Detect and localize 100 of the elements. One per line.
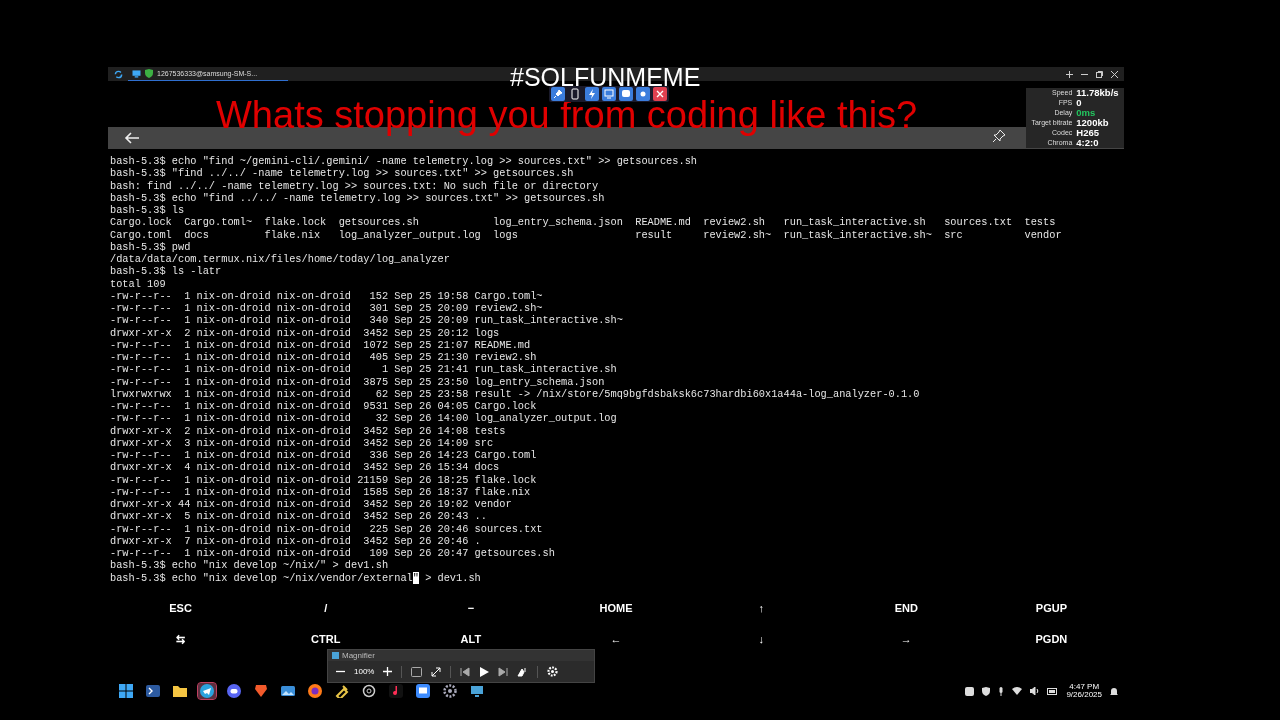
extra-key[interactable]: ⇆ <box>172 630 190 647</box>
lightning-icon[interactable] <box>585 87 599 101</box>
shield-icon[interactable] <box>254 684 268 698</box>
terminal-line: -rw-r--r-- 1 nix-on-droid nix-on-droid 3875 Sep 25 23:50 log_entry_schema.json <box>110 375 605 388</box>
sync-icon[interactable] <box>114 69 123 79</box>
extra-key[interactable]: PGDN <box>1031 630 1072 647</box>
terminal-line: total 109 <box>110 277 166 290</box>
extra-key[interactable]: END <box>890 599 922 616</box>
terminal-line: bash: find ../../ -name telemetry.log >> sources.txt: No such file or directory <box>110 179 599 192</box>
terminal-line: bash-5.3$ ls -latr <box>110 265 222 278</box>
stat-value: 0 <box>1076 98 1082 108</box>
terminal-line: -rw-r--r-- 1 nix-on-droid nix-on-droid 225 Sep 26 20:46 sources.txt <box>110 522 543 535</box>
terminal-line: drwxr-xr-x 4 nix-on-droid nix-on-droid 3452 Sep 26 15:34 docs <box>110 461 500 474</box>
record-icon[interactable] <box>636 87 650 101</box>
previous-icon[interactable] <box>460 666 471 677</box>
restore-icon[interactable] <box>1096 70 1103 78</box>
text-cursor: " <box>412 571 419 584</box>
windows-start-icon[interactable] <box>119 684 133 698</box>
extra-key[interactable]: ↓ <box>754 630 768 647</box>
hashtag-caption: #SOLFUNMEME <box>510 63 701 91</box>
clock-date: 9/26/2025 <box>1066 691 1102 699</box>
stat-value: H265 <box>1076 128 1099 138</box>
terminal-line: -rw-r--r-- 1 nix-on-droid nix-on-droid 301 Sep 25 20:09 review2.sh~ <box>110 302 543 315</box>
magnifier-icon <box>332 652 339 659</box>
wifi-icon[interactable] <box>1012 687 1023 695</box>
terminal-line: > dev1.sh <box>424 571 481 584</box>
paper-plane-icon[interactable] <box>200 684 214 698</box>
terminal-line: -rw-r--r-- 1 nix-on-droid nix-on-droid 1 Sep 25 21:41 run_task_interactive.sh <box>110 363 617 376</box>
extra-key[interactable]: CTRL <box>307 630 345 647</box>
terminal-line: bash-5.3$ "find ../../ -name telemetry.log >> sources.txt" >> getsources.sh <box>110 167 574 180</box>
extra-key[interactable]: ALT <box>456 630 486 647</box>
plus-icon[interactable] <box>1066 70 1073 78</box>
terminal-line: lrwxrwxrwx 1 nix-on-droid nix-on-droid 62 Sep 25 23:58 result -> /nix/store/5mq9bgfdsbaksk6c73hardbi60x1a44a-log_analyzer-0.1.0 <box>110 387 920 400</box>
terminal-line: -rw-r--r-- 1 nix-on-droid nix-on-droid 405 Sep 25 21:30 review2.sh <box>110 351 537 364</box>
meme-caption: Whats stopping you from coding like this? <box>216 94 918 136</box>
shield-icon <box>145 69 153 78</box>
extra-key[interactable]: ↑ <box>754 599 768 616</box>
extra-key[interactable]: PGUP <box>1031 599 1071 616</box>
photo-icon[interactable] <box>281 684 295 698</box>
terminal-line: Cargo.lock Cargo.toml~ flake.lock getsources.sh log_entry_schema.json README.md review2.sh run_task_interactive.sh sources.txt tests <box>110 216 1056 229</box>
pin-icon[interactable] <box>992 129 1006 143</box>
terminal-line: -rw-r--r-- 1 nix-on-droid nix-on-droid 1585 Sep 26 18:37 flake.nix <box>110 485 531 498</box>
extra-key[interactable]: ← <box>606 630 626 647</box>
extra-key[interactable]: / <box>320 599 332 616</box>
notification-bell-icon[interactable] <box>1110 686 1118 696</box>
chat-icon[interactable] <box>619 87 633 101</box>
fit-screen-icon[interactable] <box>411 666 423 677</box>
terminal-line: bash-5.3$ echo "find ../../ -name telemetry.log >> sources.txt" >> getsources.sh <box>110 191 605 204</box>
terminal-line: drwxr-xr-x 2 nix-on-droid nix-on-droid 3452 Sep 25 20:12 logs <box>110 326 500 339</box>
terminal-icon[interactable] <box>146 684 160 698</box>
terminal-line: bash-5.3$ ls <box>110 204 185 217</box>
battery-icon[interactable] <box>1047 687 1059 695</box>
terminal-line: -rw-r--r-- 1 nix-on-droid nix-on-droid 32 Sep 26 14:00 log_analyzer_output.log <box>110 412 617 425</box>
monitor-icon <box>132 69 141 78</box>
stat-value: 4:2:0 <box>1076 138 1099 148</box>
extra-key[interactable]: HOME <box>595 599 637 616</box>
browser-icon[interactable] <box>308 684 322 698</box>
terminal-line: -rw-r--r-- 1 nix-on-droid nix-on-droid 21159 Sep 26 18:25 flake.lock <box>110 473 537 486</box>
settings-icon[interactable] <box>443 684 457 698</box>
microphone-icon[interactable] <box>998 686 1005 696</box>
app-tray-icon[interactable] <box>965 686 975 696</box>
terminal-line: -rw-r--r-- 1 nix-on-droid nix-on-droid 152 Sep 25 19:58 Cargo.toml~ <box>110 289 543 302</box>
zoom-in-icon[interactable] <box>383 667 393 676</box>
zoom-level: 100% <box>354 667 375 676</box>
terminal-line: drwxr-xr-x 2 nix-on-droid nix-on-droid 3452 Sep 26 14:08 tests <box>110 424 506 437</box>
window-title: Magnifier <box>342 651 375 660</box>
extra-key[interactable]: → <box>896 630 916 647</box>
terminal-line: bash-5.3$ echo "nix develop ~/nix/" > dev1.sh <box>110 559 389 572</box>
terminal-line: -rw-r--r-- 1 nix-on-droid nix-on-droid 9531 Sep 26 04:05 Cargo.lock <box>110 400 537 413</box>
shield-icon[interactable] <box>982 686 991 696</box>
pin-icon[interactable] <box>551 87 565 101</box>
clock-time: 4:47 PM <box>1069 683 1100 691</box>
terminal-line: bash-5.3$ echo "nix develop ~/nix/vendor/external <box>110 571 413 584</box>
terminal-line: -rw-r--r-- 1 nix-on-droid nix-on-droid 109 Sep 26 20:47 getsources.sh <box>110 547 555 560</box>
monitor-icon[interactable] <box>416 684 430 698</box>
expand-icon[interactable] <box>431 666 442 677</box>
close-icon[interactable] <box>1111 70 1118 78</box>
phone-icon[interactable] <box>568 87 582 101</box>
terminal-line: bash-5.3$ pwd <box>110 240 191 253</box>
stat-value: 11.78kb/s <box>1076 88 1119 98</box>
music-note-icon[interactable] <box>389 684 403 698</box>
folder-icon[interactable] <box>173 684 187 698</box>
back-arrow-icon[interactable] <box>124 132 140 144</box>
terminal-line: Cargo.toml docs flake.nix log_analyzer_output.log logs result review2.sh~ run_task_interactive.sh~ src vendor <box>110 228 1062 241</box>
terminal-line: drwxr-xr-x 44 nix-on-droid nix-on-droid 3452 Sep 26 19:02 vendor <box>110 498 512 511</box>
terminal-line: -rw-r--r-- 1 nix-on-droid nix-on-droid 336 Sep 26 14:23 Cargo.toml <box>110 449 537 462</box>
terminal-line: bash-5.3$ echo "find ~/gemini-cli/.gemini/ -name telemetry.log >> sources.txt" >> getsources.sh <box>110 155 698 168</box>
terminal-line: drwxr-xr-x 5 nix-on-droid nix-on-droid 3452 Sep 26 20:43 .. <box>110 510 487 523</box>
terminal-line: -rw-r--r-- 1 nix-on-droid nix-on-droid 1072 Sep 25 21:07 README.md <box>110 338 531 351</box>
speaker-icon[interactable] <box>1030 687 1040 695</box>
screen-icon[interactable] <box>470 684 484 698</box>
next-icon[interactable] <box>498 666 509 677</box>
close-icon[interactable] <box>653 87 667 101</box>
stat-value: 0ms <box>1076 108 1096 118</box>
play-icon[interactable] <box>479 666 490 677</box>
extra-key[interactable]: − <box>463 599 479 616</box>
stat-value: 1200kb <box>1076 118 1109 128</box>
terminal-line: -rw-r--r-- 1 nix-on-droid nix-on-droid 340 Sep 25 20:09 run_task_interactive.sh~ <box>110 314 623 327</box>
terminal-line: /data/data/com.termux.nix/files/home/today/log_analyzer <box>110 253 450 266</box>
extra-key[interactable]: ESC <box>165 599 196 616</box>
